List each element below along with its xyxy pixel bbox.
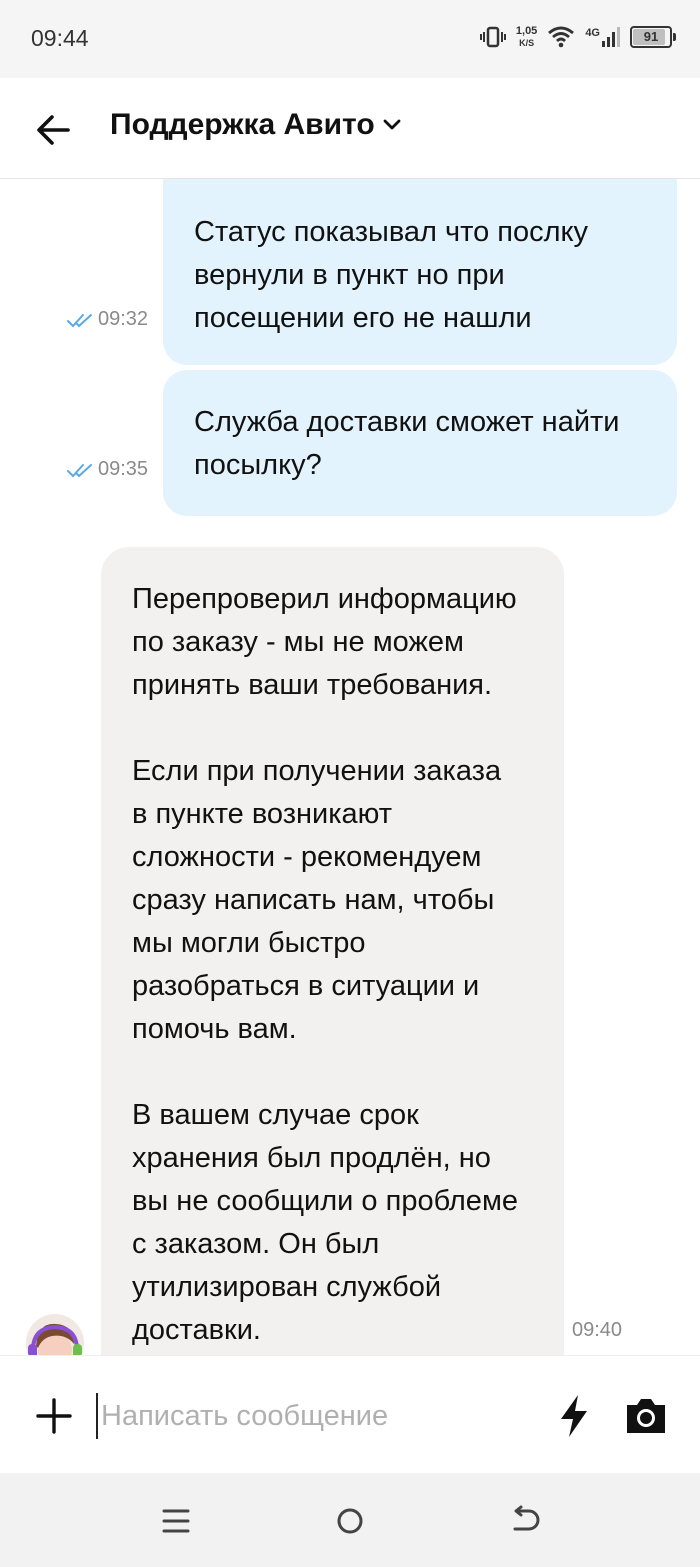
message-line: принять ваши требования. bbox=[132, 669, 493, 701]
network-speed: 1,05 K/S bbox=[516, 25, 537, 49]
message-line: сложности - рекомендуем bbox=[132, 841, 482, 873]
status-icons: 1,05 K/S 4G 91 bbox=[479, 24, 676, 50]
message-meta: 09:40 bbox=[572, 1319, 622, 1342]
message-list[interactable]: Статус показывал что послку вернули в пу… bbox=[0, 179, 700, 1355]
message-line: мы могли быстро bbox=[132, 927, 366, 959]
home-icon[interactable] bbox=[330, 1503, 370, 1539]
signal: 4G bbox=[585, 27, 620, 47]
back-arrow-icon[interactable] bbox=[34, 110, 74, 150]
system-nav-bar bbox=[0, 1473, 700, 1567]
battery-icon: 91 bbox=[630, 26, 676, 48]
message-input[interactable] bbox=[96, 1393, 543, 1439]
message-line: Если при получении заказа bbox=[132, 755, 502, 787]
back-nav-icon[interactable] bbox=[505, 1503, 545, 1539]
message-line: утилизирован службой bbox=[132, 1271, 442, 1303]
message-line: хранения был продлён, но bbox=[132, 1142, 491, 1174]
chat-title-button[interactable]: Поддержка Авито bbox=[110, 108, 401, 142]
message-line: в пункте возникают bbox=[132, 798, 393, 830]
message-line: по заказу - мы не можем bbox=[132, 626, 464, 658]
message-line: посылку? bbox=[194, 449, 322, 481]
support-agent-avatar-icon bbox=[28, 1323, 82, 1355]
message-line: разобраться в ситуации и bbox=[132, 970, 480, 1002]
outgoing-message[interactable]: Служба доставки сможет найти посылку? bbox=[163, 370, 677, 516]
message-line: вернули в пункт но при bbox=[194, 259, 505, 291]
double-check-icon bbox=[67, 463, 92, 477]
status-bar: 09:44 1,05 K/S 4G 91 bbox=[0, 0, 700, 78]
message-line: вы не сообщили о проблеме bbox=[132, 1185, 519, 1217]
message-line: В вашем случае срок bbox=[132, 1099, 419, 1131]
outgoing-message[interactable]: Статус показывал что послку вернули в пу… bbox=[163, 179, 677, 365]
message-line: Статус показывал что послку bbox=[194, 216, 589, 248]
double-check-icon bbox=[67, 313, 92, 327]
speed-value: 1,05 bbox=[515, 25, 538, 37]
message-line-blank bbox=[132, 1051, 564, 1094]
message-line: Перепроверил информацию bbox=[132, 583, 517, 615]
message-line: Служба доставки сможет найти bbox=[194, 406, 620, 438]
message-line-blank bbox=[132, 707, 564, 750]
message-line: помочь вам. bbox=[132, 1013, 297, 1045]
message-line: доставки. bbox=[132, 1314, 261, 1346]
vibrate-icon bbox=[479, 26, 506, 48]
message-meta: 09:35 bbox=[66, 458, 148, 481]
chat-title: Поддержка Авито bbox=[110, 108, 375, 141]
message-time: 09:35 bbox=[98, 458, 149, 480]
message-line: посещении его не нашли bbox=[194, 302, 532, 334]
camera-icon[interactable] bbox=[624, 1396, 668, 1436]
incoming-message[interactable]: Перепроверил информацию по заказу - мы н… bbox=[101, 547, 564, 1355]
network-type: 4G bbox=[585, 27, 600, 39]
status-time: 09:44 bbox=[31, 25, 89, 51]
message-meta: 09:32 bbox=[66, 308, 148, 331]
wifi-icon bbox=[548, 26, 575, 48]
chat-header: Поддержка Авито bbox=[0, 78, 700, 179]
support-avatar[interactable] bbox=[26, 1314, 84, 1355]
signal-icon bbox=[602, 27, 620, 47]
speed-unit: K/S bbox=[519, 38, 535, 48]
plus-icon[interactable] bbox=[36, 1398, 72, 1434]
chevron-down-icon bbox=[383, 119, 401, 130]
message-composer bbox=[0, 1355, 700, 1474]
menu-icon[interactable] bbox=[156, 1503, 196, 1539]
lightning-icon[interactable] bbox=[556, 1394, 592, 1438]
battery-level: 91 bbox=[643, 29, 659, 44]
message-time: 09:40 bbox=[572, 1319, 623, 1341]
message-line: сразу написать нам, чтобы bbox=[132, 884, 495, 916]
message-line: с заказом. Он был bbox=[132, 1228, 380, 1260]
message-time: 09:32 bbox=[98, 308, 149, 330]
